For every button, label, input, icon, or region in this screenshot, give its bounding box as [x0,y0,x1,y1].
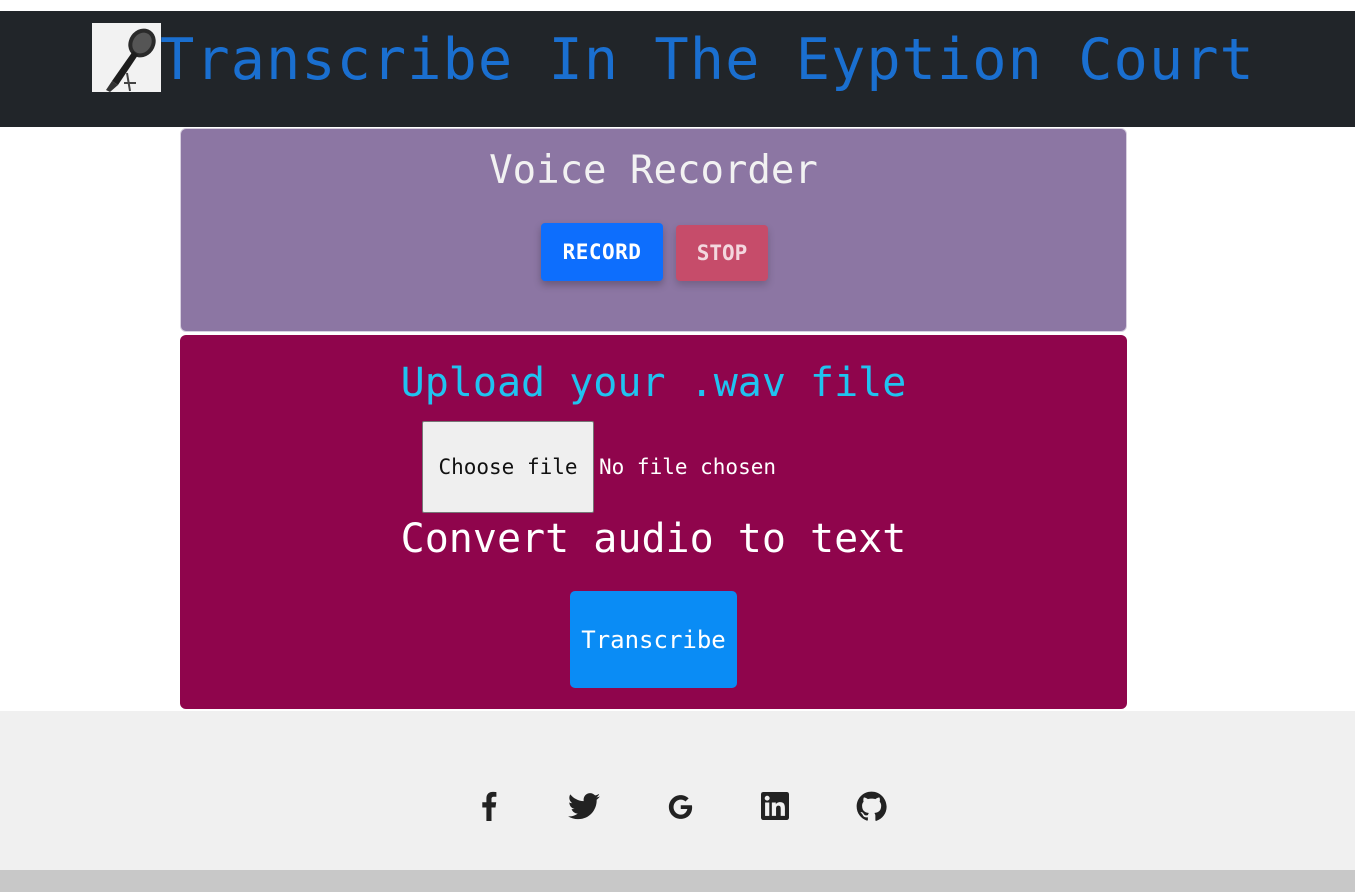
twitter-icon[interactable] [566,788,602,824]
microphone-icon[interactable] [92,23,161,92]
voice-recorder-card: Voice Recorder RECORD STOP [180,128,1127,332]
github-icon[interactable] [853,788,889,824]
file-status-text: No file chosen [599,455,777,479]
google-icon[interactable] [662,788,698,824]
transcribe-button[interactable]: Transcribe [570,591,737,688]
recorder-title: Voice Recorder [489,148,818,193]
app-title[interactable]: Transcribe In The Eyption Court [160,25,1255,95]
convert-title: Convert audio to text [400,516,907,562]
stop-button[interactable]: STOP [676,225,768,281]
navbar: Transcribe In The Eyption Court [0,11,1355,127]
facebook-icon[interactable] [471,788,507,824]
top-strip [0,0,1355,11]
linkedin-icon[interactable] [757,788,793,824]
upload-title: Upload your .wav file [400,360,907,406]
footer-bottom-bar [0,870,1355,892]
footer [0,711,1355,870]
choose-file-button[interactable]: Choose file [422,421,594,513]
upload-card: Upload your .wav file Choose file No fil… [180,335,1127,709]
record-button[interactable]: RECORD [541,223,663,281]
